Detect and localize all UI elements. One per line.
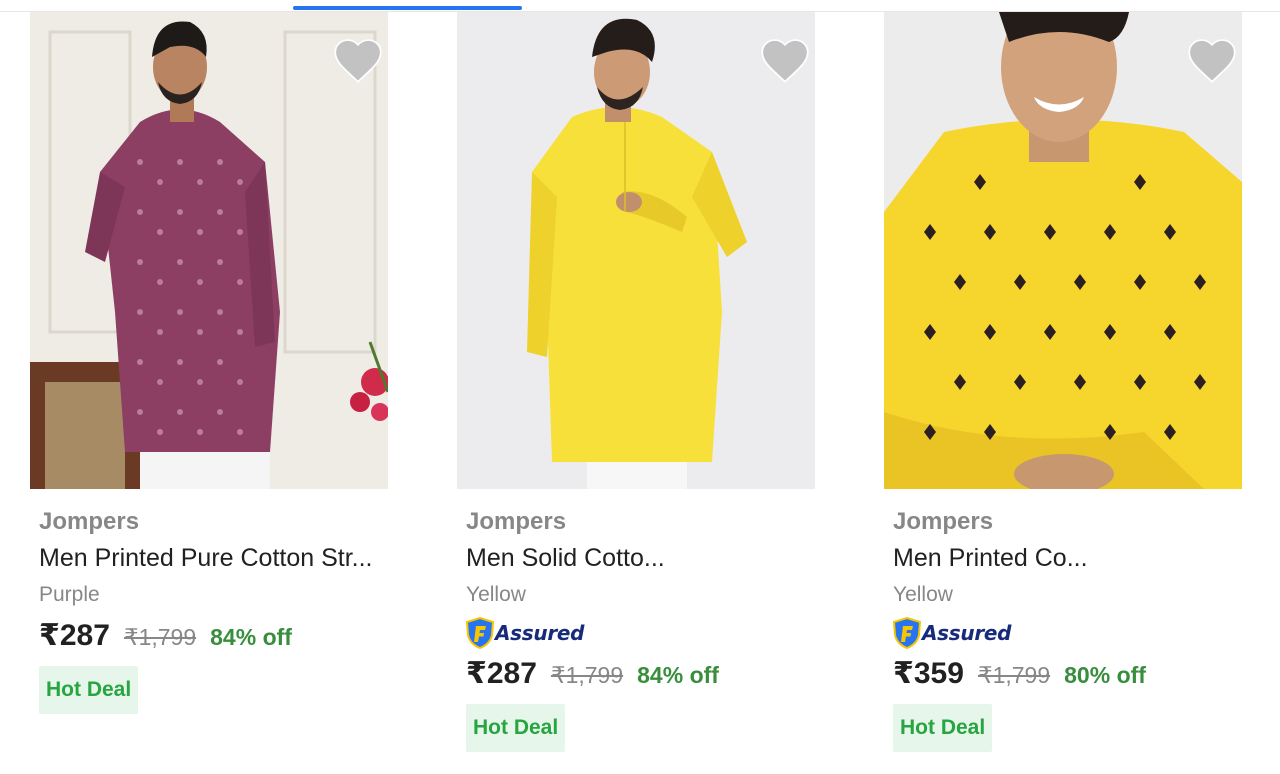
product-brand: Jompers bbox=[39, 508, 140, 535]
wishlist-heart-icon[interactable] bbox=[1186, 36, 1238, 84]
assured-label: Assured bbox=[922, 621, 1012, 645]
product-discount: 84% off bbox=[210, 624, 292, 650]
price-row: ₹287 ₹1,799 84% off bbox=[466, 656, 837, 692]
product-title[interactable]: Men Printed Co... bbox=[893, 542, 1264, 574]
product-mrp: ₹1,799 bbox=[550, 662, 624, 688]
product-image[interactable] bbox=[30, 12, 388, 489]
hot-deal-badge: Hot Deal bbox=[466, 704, 566, 752]
wishlist-heart-icon[interactable] bbox=[759, 36, 811, 84]
wishlist-heart-icon[interactable] bbox=[332, 36, 384, 84]
product-card[interactable]: Jompers Men Printed Co... Yellow Assured… bbox=[884, 12, 1264, 752]
assured-shield-icon bbox=[466, 617, 494, 649]
product-brand: Jompers bbox=[466, 508, 567, 535]
active-tab-indicator bbox=[293, 6, 522, 10]
assured-label: Assured bbox=[495, 621, 585, 645]
assured-badge: Assured bbox=[893, 616, 1264, 650]
product-discount: 80% off bbox=[1064, 662, 1146, 688]
product-mrp: ₹1,799 bbox=[977, 662, 1051, 688]
product-price: ₹287 bbox=[39, 619, 110, 652]
assured-badge: Assured bbox=[466, 616, 837, 650]
product-mrp: ₹1,799 bbox=[123, 624, 197, 650]
product-price: ₹287 bbox=[466, 657, 537, 690]
product-image[interactable] bbox=[457, 12, 815, 489]
product-card[interactable]: Jompers Men Solid Cotto... Yellow Assure… bbox=[457, 12, 837, 752]
product-image[interactable] bbox=[884, 12, 1242, 489]
product-title[interactable]: Men Solid Cotto... bbox=[466, 542, 837, 574]
product-color: Yellow bbox=[893, 583, 953, 606]
top-tab-bar bbox=[0, 0, 1280, 12]
hot-deal-badge: Hot Deal bbox=[893, 704, 993, 752]
product-color: Yellow bbox=[466, 583, 526, 606]
product-discount: 84% off bbox=[637, 662, 719, 688]
product-card[interactable]: Jompers Men Printed Pure Cotton Str... P… bbox=[30, 12, 410, 714]
product-price: ₹359 bbox=[893, 657, 964, 690]
product-title[interactable]: Men Printed Pure Cotton Str... bbox=[39, 542, 410, 574]
hot-deal-badge: Hot Deal bbox=[39, 666, 139, 714]
assured-shield-icon bbox=[893, 617, 921, 649]
product-brand: Jompers bbox=[893, 508, 994, 535]
price-row: ₹359 ₹1,799 80% off bbox=[893, 656, 1264, 692]
price-row: ₹287 ₹1,799 84% off bbox=[39, 618, 410, 654]
product-color: Purple bbox=[39, 583, 100, 606]
